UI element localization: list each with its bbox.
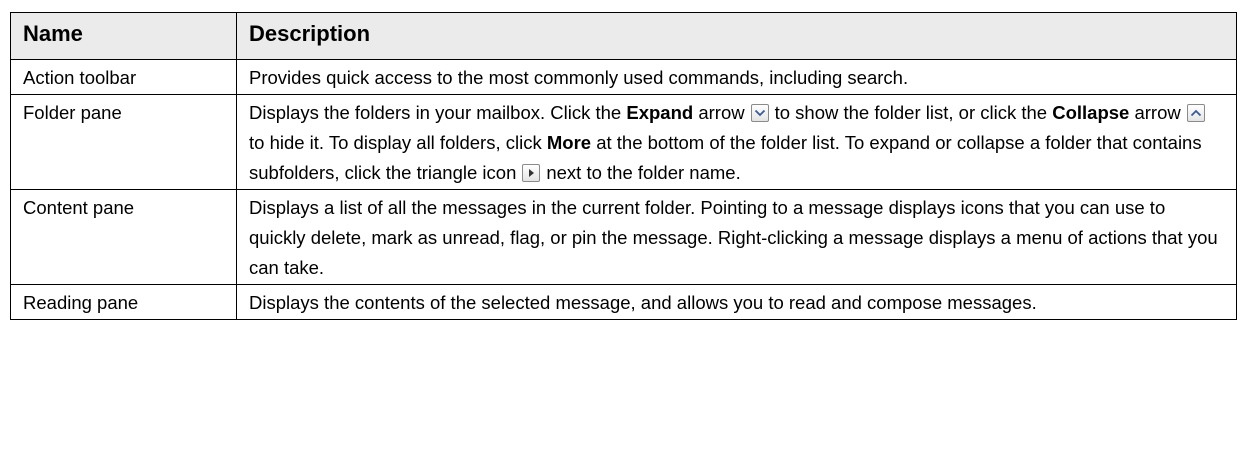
row-description: Provides quick access to the most common… (236, 59, 1237, 95)
row-name: Action toolbar (10, 59, 237, 95)
table-row: Content pane Displays a list of all the … (10, 189, 1237, 285)
description-text: Provides quick access to the most common… (249, 67, 909, 88)
description-text: to show the folder list, or click the (774, 102, 1053, 123)
triangle-icon (522, 164, 541, 182)
row-name: Content pane (10, 189, 237, 285)
table-row: Action toolbar Provides quick access to … (10, 59, 1237, 95)
description-table: Name Description Action toolbar Provides… (10, 12, 1237, 320)
row-description: Displays the folders in your mailbox. Cl… (236, 94, 1237, 190)
collapse-arrow-icon (1186, 104, 1205, 122)
table-row: Reading pane Displays the contents of th… (10, 284, 1237, 320)
row-description: Displays the contents of the selected me… (236, 284, 1237, 320)
more-term: More (546, 132, 592, 153)
header-row: Name Description (10, 12, 1237, 60)
description-text: Displays a list of all the messages in t… (249, 197, 1218, 278)
description-text: Displays the folders in your mailbox. Cl… (249, 102, 627, 123)
header-name: Name (10, 12, 237, 60)
description-text: arrow (693, 102, 745, 123)
description-text: arrow (1129, 102, 1181, 123)
row-name: Reading pane (10, 284, 237, 320)
description-text: to hide it. To display all folders, clic… (249, 132, 547, 153)
table-row: Folder pane Displays the folders in your… (10, 94, 1237, 190)
row-name: Folder pane (10, 94, 237, 190)
header-description: Description (236, 12, 1237, 60)
expand-term: Expand (626, 102, 694, 123)
row-description: Displays a list of all the messages in t… (236, 189, 1237, 285)
collapse-term: Collapse (1052, 102, 1130, 123)
expand-arrow-icon (750, 104, 769, 122)
description-text: Displays the contents of the selected me… (249, 292, 1037, 313)
description-text: next to the folder name. (546, 162, 741, 183)
